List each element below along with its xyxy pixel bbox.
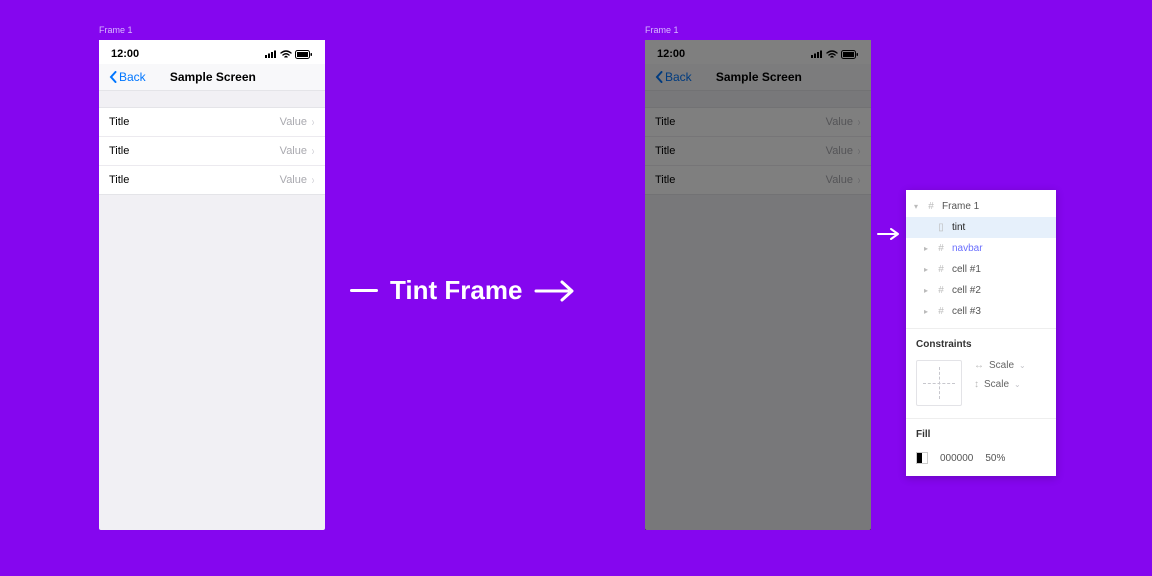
nav-title: Sample Screen [111,70,315,84]
nav-bar: Back Sample Screen [645,64,871,91]
constraints-heading: Constraints [906,329,1056,356]
caret-icon: ▸ [924,244,930,253]
phone-before: 12:00 Back Sample Screen Title Value › T… [99,40,325,530]
cell-value: Value [280,174,307,186]
frame-icon: # [926,201,936,212]
frame-icon: # [936,243,946,254]
vertical-icon: ↕ [974,379,979,390]
status-bar: 12:00 [645,40,871,64]
caption-text: Tint Frame [390,275,522,306]
cell-value: Value [826,174,853,186]
constraints-section: ↔ Scale ⌄ ↕ Scale ⌄ [906,356,1056,418]
arrow-right-icon [534,278,576,304]
constraint-v-value: Scale [984,379,1009,390]
rect-icon: ▯ [936,222,946,233]
back-button[interactable]: Back [655,70,692,84]
caret-icon: ▸ [924,265,930,274]
cell-title: Title [109,145,280,157]
fill-swatch[interactable] [916,452,928,464]
layer-label: tint [952,222,1048,233]
layer-row-cell2[interactable]: ▸ # cell #2 [906,280,1056,301]
status-time: 12:00 [657,48,685,60]
chevron-right-icon: › [312,173,315,187]
table-row[interactable]: Title Value › [645,108,871,136]
wifi-icon [280,50,292,58]
constraint-h-value: Scale [989,360,1014,371]
chevron-right-icon: › [312,144,315,158]
cell-value: Value [826,116,853,128]
layer-row-cell1[interactable]: ▸ # cell #1 [906,259,1056,280]
chevron-right-icon: › [858,173,861,187]
constraint-h-select[interactable]: ↔ Scale ⌄ [974,360,1026,371]
caret-icon: ▸ [924,286,930,295]
properties-panel: ▾ # Frame 1 ▯ tint ▸ # navbar ▸ # cell #… [906,190,1056,476]
cell-value: Value [280,116,307,128]
layer-row-tint[interactable]: ▯ tint [906,217,1056,238]
constraints-widget[interactable] [916,360,962,406]
status-bar: 12:00 [99,40,325,64]
status-icons [265,50,313,59]
cell-title: Title [655,145,826,157]
wifi-icon [826,50,838,58]
battery-icon [841,50,859,59]
signal-icon [265,50,277,58]
status-icons [811,50,859,59]
horizontal-icon: ↔ [974,360,984,371]
caption: Tint Frame [350,275,576,306]
layer-label: Frame 1 [942,201,1048,212]
table-row[interactable]: Title Value › [99,165,325,194]
chevron-left-icon [655,71,663,83]
chevron-right-icon: › [312,115,315,129]
nav-bar: Back Sample Screen [99,64,325,91]
fill-hex[interactable]: 000000 [940,453,973,464]
layer-row-navbar[interactable]: ▸ # navbar [906,238,1056,259]
cell-value: Value [280,145,307,157]
signal-icon [811,50,823,58]
layer-row-cell3[interactable]: ▸ # cell #3 [906,301,1056,322]
layers-list: ▾ # Frame 1 ▯ tint ▸ # navbar ▸ # cell #… [906,190,1056,328]
chevron-right-icon: › [858,144,861,158]
frame-label-right: Frame 1 [645,25,679,35]
table-cells: Title Value › Title Value › Title Value … [99,107,325,195]
table-row[interactable]: Title Value › [645,165,871,194]
chevron-down-icon: ⌄ [1014,380,1021,389]
cell-title: Title [109,116,280,128]
frame-icon: # [936,306,946,317]
constraint-v-select[interactable]: ↕ Scale ⌄ [974,379,1026,390]
caret-icon: ▸ [924,307,930,316]
fill-opacity[interactable]: 50% [985,453,1005,464]
chevron-down-icon: ⌄ [1019,361,1026,370]
table-row[interactable]: Title Value › [99,108,325,136]
arrow-to-panel [877,227,901,241]
cell-title: Title [655,116,826,128]
layer-label: cell #3 [952,306,1048,317]
chevron-right-icon: › [858,115,861,129]
frame-label-left: Frame 1 [99,25,133,35]
table-row[interactable]: Title Value › [645,136,871,165]
table-row[interactable]: Title Value › [99,136,325,165]
dash-icon [350,289,378,292]
fill-row[interactable]: 000000 50% [906,446,1056,476]
back-label: Back [665,70,692,84]
layer-label: navbar [952,243,1048,254]
frame-icon: # [936,264,946,275]
layer-label: cell #2 [952,285,1048,296]
fill-heading: Fill [906,419,1056,446]
frame-icon: # [936,285,946,296]
layer-row-frame[interactable]: ▾ # Frame 1 [906,196,1056,217]
cell-title: Title [655,174,826,186]
status-time: 12:00 [111,48,139,60]
layer-label: cell #1 [952,264,1048,275]
cell-value: Value [826,145,853,157]
cell-title: Title [109,174,280,186]
table-cells: Title Value › Title Value › Title Value … [645,107,871,195]
battery-icon [295,50,313,59]
caret-icon: ▾ [914,202,920,211]
phone-after: 12:00 Back Sample Screen Title Value › T… [645,40,871,530]
nav-title: Sample Screen [657,70,861,84]
